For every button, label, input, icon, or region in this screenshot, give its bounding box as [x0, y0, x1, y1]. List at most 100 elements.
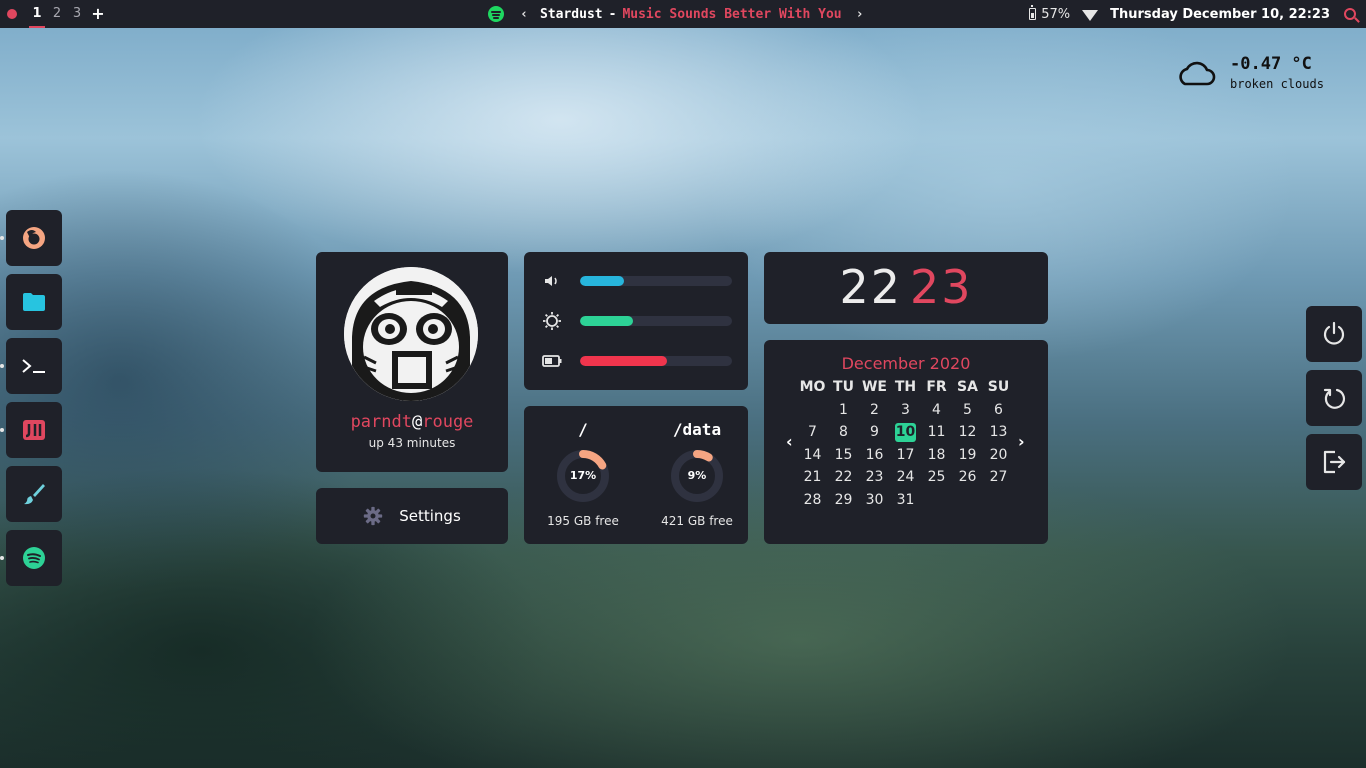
- calendar-card: December 2020 ‹ › MO TU WE TH FR SA SU 1 2 3 4 5 6 7 8…: [764, 340, 1048, 544]
- calendar-day[interactable]: 21: [797, 466, 828, 489]
- power-icon: [1323, 321, 1345, 345]
- disk-percent: 17%: [569, 469, 597, 482]
- calendar-day[interactable]: 22: [828, 466, 859, 489]
- clock-minutes: 23: [910, 260, 973, 314]
- dock-files[interactable]: [6, 274, 62, 330]
- calendar-day[interactable]: 13: [983, 421, 1014, 444]
- weekday-header: SA: [957, 379, 978, 395]
- profile-card: parndt@rouge up 43 minutes: [316, 252, 508, 472]
- spotify-icon[interactable]: [488, 6, 504, 22]
- dock-terminal[interactable]: [6, 338, 62, 394]
- track-artist: Stardust: [540, 6, 603, 22]
- disk-data: /data 9% 421 GB free: [657, 420, 737, 540]
- controls-card: [524, 252, 748, 390]
- brightness-slider[interactable]: [542, 311, 732, 331]
- terminal-icon: [22, 359, 45, 373]
- disk-mount: /: [578, 420, 588, 439]
- workspace-3[interactable]: 3: [67, 0, 87, 28]
- weather-widget: -0.47 °C broken clouds: [1174, 52, 1354, 94]
- add-workspace-button[interactable]: +: [87, 0, 109, 28]
- previous-track-button[interactable]: ‹: [518, 7, 530, 22]
- calendar-day[interactable]: 16: [859, 444, 890, 467]
- at-sign: @: [411, 412, 423, 432]
- calendar-day[interactable]: 27: [983, 466, 1014, 489]
- track-separator: -: [608, 6, 617, 22]
- calendar-day[interactable]: 7: [797, 421, 828, 444]
- calendar-today[interactable]: 10: [895, 423, 916, 442]
- calendar-day[interactable]: 18: [921, 444, 952, 467]
- settings-button[interactable]: Settings: [316, 488, 508, 544]
- brightness-track[interactable]: [580, 316, 732, 326]
- spotify-icon: [23, 547, 45, 569]
- next-track-button[interactable]: ›: [854, 7, 866, 22]
- calendar-day[interactable]: 2: [859, 399, 890, 422]
- clock-card: 22 23: [764, 252, 1048, 324]
- weather-temperature: -0.47 °C: [1230, 54, 1312, 74]
- disk-free: 421 GB free: [661, 514, 733, 528]
- avatar[interactable]: [344, 267, 478, 401]
- disk-root: / 17% 195 GB free: [543, 420, 623, 540]
- search-icon[interactable]: [1344, 8, 1356, 20]
- calendar-day[interactable]: 25: [921, 466, 952, 489]
- calendar-grid: MO TU WE TH FR SA SU 1 2 3 4 5 6 7 8 9 10 11 12 13 14 15 16 17 1…: [797, 376, 1014, 512]
- calendar-empty-cell: [797, 399, 828, 422]
- calendar-day[interactable]: 29: [828, 489, 859, 512]
- workspace-switcher: 1 2 3 +: [0, 0, 109, 28]
- dock-indicator: [0, 236, 4, 240]
- dock-paint[interactable]: [6, 466, 62, 522]
- disk-usage-donut: 17%: [555, 448, 611, 504]
- wifi-icon[interactable]: [1082, 9, 1099, 21]
- dock-spotify[interactable]: [6, 530, 62, 586]
- system-menu-dot[interactable]: [7, 9, 17, 19]
- dock-firefox[interactable]: [6, 210, 62, 266]
- calendar-day[interactable]: 23: [859, 466, 890, 489]
- weekday-header: FR: [926, 379, 947, 395]
- gear-icon: [364, 506, 383, 526]
- calendar-day[interactable]: 31: [890, 489, 921, 512]
- folder-icon: [23, 293, 45, 311]
- status-area: 57% Thursday December 10, 22:23: [1029, 0, 1366, 28]
- calendar-day[interactable]: 12: [952, 421, 983, 444]
- battery-track: [580, 356, 732, 366]
- calendar-day[interactable]: 28: [797, 489, 828, 512]
- weekday-header: TH: [894, 379, 917, 395]
- logout-button[interactable]: [1306, 434, 1362, 490]
- disk-mount: /data: [672, 420, 722, 439]
- calendar-day[interactable]: 26: [952, 466, 983, 489]
- calendar-day[interactable]: 5: [952, 399, 983, 422]
- battery-bar: [542, 351, 732, 371]
- calendar-prev-button[interactable]: ‹: [786, 432, 793, 451]
- logout-icon: [1323, 450, 1346, 474]
- weather-description: broken clouds: [1230, 77, 1324, 91]
- battery-icon: [1029, 5, 1037, 20]
- restart-button[interactable]: [1306, 370, 1362, 426]
- calendar-next-button[interactable]: ›: [1018, 432, 1025, 451]
- weekday-header: SU: [987, 379, 1010, 395]
- power-button[interactable]: [1306, 306, 1362, 362]
- calendar-day[interactable]: 11: [921, 421, 952, 444]
- calendar-day[interactable]: 1: [828, 399, 859, 422]
- settings-content: Settings: [316, 488, 508, 544]
- calendar-day[interactable]: 4: [921, 399, 952, 422]
- calendar-day[interactable]: 14: [797, 444, 828, 467]
- calendar-day[interactable]: 8: [828, 421, 859, 444]
- calendar-day[interactable]: 6: [983, 399, 1014, 422]
- jetbrains-icon: [23, 420, 45, 440]
- calendar-day[interactable]: 15: [828, 444, 859, 467]
- workspace-2[interactable]: 2: [47, 0, 67, 28]
- calendar-day[interactable]: 19: [952, 444, 983, 467]
- calendar-day[interactable]: 9: [859, 421, 890, 444]
- workspace-1[interactable]: 1: [27, 0, 47, 28]
- calendar-day[interactable]: 3: [890, 399, 921, 422]
- volume-track[interactable]: [580, 276, 732, 286]
- date-time[interactable]: Thursday December 10, 22:23: [1110, 7, 1330, 22]
- calendar-day[interactable]: 17: [890, 444, 921, 467]
- calendar-day[interactable]: 30: [859, 489, 890, 512]
- calendar-day[interactable]: 24: [890, 466, 921, 489]
- now-playing: ‹ Stardust - Music Sounds Better With Yo…: [488, 0, 866, 28]
- dock-jetbrains[interactable]: [6, 402, 62, 458]
- volume-slider[interactable]: [542, 271, 732, 291]
- volume-icon: [545, 276, 557, 286]
- battery-icon: [542, 355, 562, 367]
- calendar-day[interactable]: 20: [983, 444, 1014, 467]
